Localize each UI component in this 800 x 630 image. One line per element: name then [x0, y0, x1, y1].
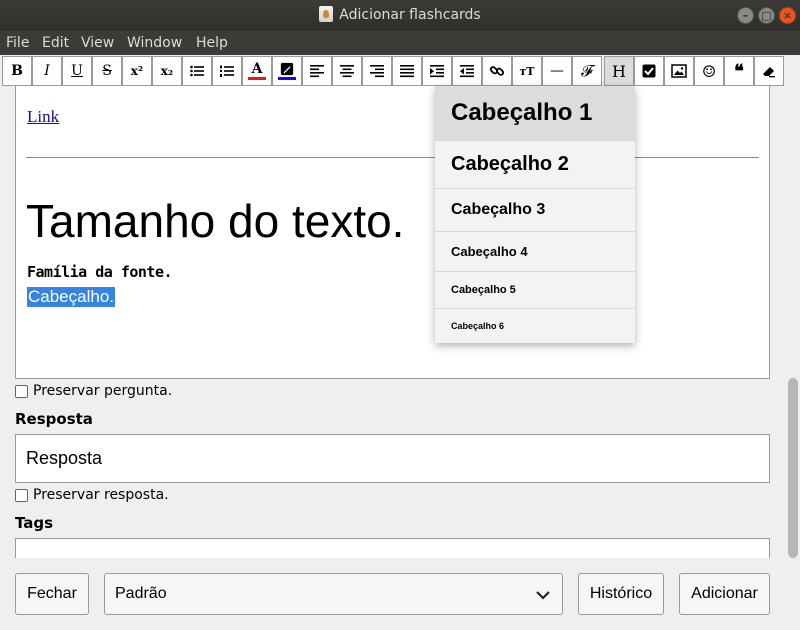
close-button-label: Fechar — [27, 585, 77, 602]
answer-field[interactable]: Resposta — [15, 434, 770, 483]
tags-label: Tags — [15, 514, 54, 532]
quote-button[interactable]: ❝ — [724, 56, 754, 86]
horizontal-rule-icon: — — [550, 63, 564, 79]
heading-icon: H — [612, 61, 626, 81]
heading-option-2[interactable]: Cabeçalho 2 — [435, 141, 635, 189]
indent-icon — [430, 65, 444, 78]
title-bar: Adicionar flashcards – □ × — [0, 0, 800, 31]
menu-window[interactable]: Window — [127, 35, 182, 51]
align-center-icon — [340, 65, 354, 78]
bullet-list-icon — [190, 65, 204, 77]
clear-format-button[interactable] — [754, 56, 784, 86]
superscript-button[interactable]: x² — [122, 56, 152, 86]
outdent-icon — [460, 65, 474, 78]
highlight-color-button[interactable] — [272, 56, 302, 86]
large-text: Tamanho do texto. — [26, 195, 405, 247]
heading-option-3[interactable]: Cabeçalho 3 — [435, 189, 635, 232]
heading-option-6[interactable]: Cabeçalho 6 — [435, 309, 635, 343]
bullet-list-button[interactable] — [182, 56, 212, 86]
menu-file[interactable]: File — [6, 35, 29, 51]
underline-button[interactable]: U — [62, 56, 92, 86]
deck-select-value: Padrão — [115, 585, 167, 602]
italic-button[interactable]: I — [32, 56, 62, 86]
font-family-button[interactable]: 𝓕 — [572, 56, 602, 86]
text-color-button[interactable]: A — [242, 56, 272, 86]
bold-button[interactable]: B — [2, 56, 32, 86]
window-title: Adicionar flashcards — [0, 6, 800, 23]
window-title-text: Adicionar flashcards — [339, 7, 481, 23]
emoji-button[interactable]: ☺ — [694, 56, 724, 86]
align-left-button[interactable] — [302, 56, 332, 86]
align-right-icon — [370, 65, 384, 78]
add-button-label: Adicionar — [691, 585, 758, 602]
chevron-down-icon — [536, 591, 550, 600]
text-color-icon: A — [251, 61, 263, 77]
font-family-icon: 𝓕 — [581, 61, 593, 80]
question-editor[interactable]: Link Tamanho do texto. Família da fonte.… — [15, 86, 770, 379]
bold-icon: B — [11, 63, 23, 79]
answer-label: Resposta — [15, 410, 93, 428]
superscript-icon: x² — [130, 64, 144, 78]
preserve-question-checkbox[interactable] — [15, 385, 28, 398]
align-left-icon — [310, 65, 324, 78]
italic-icon: I — [44, 63, 50, 79]
close-button[interactable]: Fechar — [15, 573, 89, 615]
strikethrough-icon: S — [102, 63, 112, 79]
horizontal-rule-button[interactable]: — — [542, 56, 572, 86]
subscript-button[interactable]: x₂ — [152, 56, 182, 86]
answer-value: Resposta — [26, 448, 103, 468]
scrollbar-thumb[interactable] — [788, 378, 798, 558]
highlight-icon — [280, 62, 294, 76]
link-icon — [489, 66, 505, 76]
close-icon[interactable]: × — [779, 7, 796, 24]
strikethrough-button[interactable]: S — [92, 56, 122, 86]
format-toolbar: B I U S x² x₂ A ᴛT — 𝓕 H ☺ ❝ — [0, 56, 800, 86]
text-size-button[interactable]: ᴛT — [512, 56, 542, 86]
text-color-swatch — [248, 77, 266, 80]
menu-bar: File Edit View Window Help — [0, 31, 800, 55]
quote-icon: ❝ — [734, 60, 744, 82]
underline-icon: U — [71, 63, 83, 79]
preserve-answer-checkbox[interactable] — [15, 489, 28, 502]
checkbox-button[interactable] — [634, 56, 664, 86]
heading-option-5[interactable]: Cabeçalho 5 — [435, 272, 635, 309]
selected-heading-text: Cabeçalho. — [27, 287, 116, 307]
numbered-list-button[interactable] — [212, 56, 242, 86]
justify-icon — [400, 65, 414, 78]
indent-button[interactable] — [422, 56, 452, 86]
eraser-icon — [763, 67, 775, 78]
image-button[interactable] — [664, 56, 694, 86]
text-size-icon: ᴛT — [519, 64, 535, 78]
app-icon — [319, 6, 334, 22]
preserve-question-label: Preservar pergunta. — [33, 383, 173, 399]
history-button[interactable]: Histórico — [578, 573, 664, 615]
justify-button[interactable] — [392, 56, 422, 86]
history-button-label: Histórico — [589, 585, 653, 602]
font-family-text: Família da fonte. — [27, 263, 173, 281]
link-button[interactable] — [482, 56, 512, 86]
numbered-list-icon — [220, 65, 234, 77]
preserve-answer-label: Preservar resposta. — [33, 487, 169, 503]
minimize-icon[interactable]: – — [737, 7, 754, 24]
menu-view[interactable]: View — [81, 35, 114, 51]
emoji-icon: ☺ — [701, 61, 717, 81]
menu-help[interactable]: Help — [196, 35, 228, 51]
image-icon — [671, 64, 687, 78]
editor-link[interactable]: Link — [27, 107, 59, 127]
heading-option-1[interactable]: Cabeçalho 1 — [435, 86, 635, 141]
heading-dropdown: Cabeçalho 1 Cabeçalho 2 Cabeçalho 3 Cabe… — [435, 86, 635, 343]
heading-button[interactable]: H — [604, 56, 634, 86]
outdent-button[interactable] — [452, 56, 482, 86]
checkbox-icon — [642, 64, 656, 78]
add-button[interactable]: Adicionar — [679, 573, 770, 615]
maximize-icon[interactable]: □ — [758, 7, 775, 24]
heading-option-4[interactable]: Cabeçalho 4 — [435, 232, 635, 272]
menu-edit[interactable]: Edit — [42, 35, 69, 51]
align-center-button[interactable] — [332, 56, 362, 86]
deck-select[interactable]: Padrão — [104, 573, 563, 615]
subscript-icon: x₂ — [160, 64, 174, 78]
highlight-color-swatch — [278, 77, 296, 80]
align-right-button[interactable] — [362, 56, 392, 86]
horizontal-rule — [26, 157, 759, 158]
